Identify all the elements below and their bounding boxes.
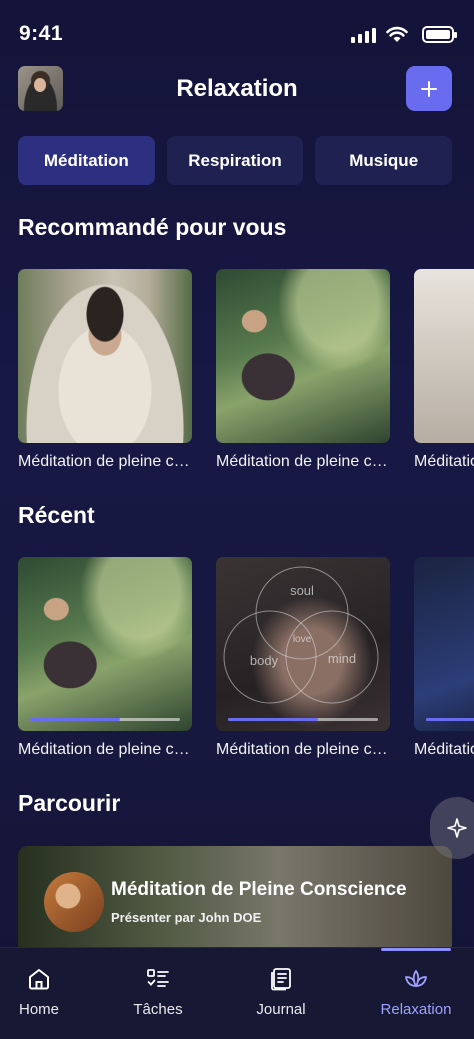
home-icon xyxy=(29,969,49,990)
card-label: Méditation de pleine conscience xyxy=(414,741,474,758)
recent-card[interactable]: Méditation de pleine conscience xyxy=(18,557,192,759)
journal-icon xyxy=(271,968,291,991)
browse-card[interactable]: Méditation de Pleine Conscience Présente… xyxy=(18,846,452,956)
status-time: 9:41 xyxy=(19,22,64,45)
card-thumbnail xyxy=(216,269,390,443)
card-label: Méditation de pleine conscience xyxy=(18,453,192,470)
browse-card-image xyxy=(44,872,104,932)
bottom-tab-bar: Home Tâches Journal Relaxation xyxy=(0,947,474,1039)
progress-bar xyxy=(426,718,474,721)
tabbar-label: Relaxation xyxy=(380,1001,452,1018)
ai-assistant-button[interactable] xyxy=(430,797,474,859)
browse-card-title: Méditation de Pleine Conscience xyxy=(111,879,407,900)
diagram-label-mind: mind xyxy=(328,651,356,666)
recommended-card[interactable]: Méditation de pleine conscience xyxy=(18,269,192,471)
recent-card[interactable]: soul body mind love Méditation de pleine… xyxy=(216,557,390,759)
tab-musique[interactable]: Musique xyxy=(315,136,453,185)
recommended-carousel: Méditation de pleine conscience Méditati… xyxy=(18,269,474,479)
card-label: Méditation de pleine conscience xyxy=(216,453,390,470)
status-bar: 9:41 xyxy=(0,0,474,64)
category-tabs: Méditation Respiration Musique xyxy=(18,136,453,186)
recommended-card[interactable]: Méditation de pleine conscience xyxy=(216,269,390,471)
tabbar-item-taches[interactable]: Tâches xyxy=(103,948,213,1039)
tasks-icon xyxy=(147,969,169,987)
add-button[interactable] xyxy=(406,66,452,111)
section-title-recent: Récent xyxy=(18,502,95,528)
card-label: Méditation de pleine conscience xyxy=(414,453,474,470)
section-title-recommended: Recommandé pour vous xyxy=(18,214,287,240)
diagram-label-soul: soul xyxy=(290,583,314,598)
card-thumbnail xyxy=(18,557,192,731)
recent-carousel: Méditation de pleine conscience soul bod… xyxy=(18,557,474,767)
diagram-label-body: body xyxy=(250,653,279,668)
tabbar-item-home[interactable]: Home xyxy=(0,948,94,1039)
card-thumbnail xyxy=(414,557,474,731)
tabbar-label: Home xyxy=(18,1001,59,1018)
tabbar-label: Journal xyxy=(256,1001,306,1018)
tab-meditation[interactable]: Méditation xyxy=(18,136,155,185)
card-thumbnail xyxy=(414,269,474,443)
cellular-signal-icon xyxy=(351,28,376,43)
tab-respiration[interactable]: Respiration xyxy=(166,136,304,185)
card-thumbnail: soul body mind love xyxy=(216,557,390,731)
recent-card[interactable]: Méditation de pleine conscience xyxy=(414,557,474,759)
page-title: Relaxation xyxy=(176,75,298,102)
card-label: Méditation de pleine conscience xyxy=(18,741,192,758)
section-title-browse: Parcourir xyxy=(18,790,121,816)
diagram-label-love: love xyxy=(293,634,312,645)
sparkle-icon xyxy=(447,818,467,838)
card-thumbnail xyxy=(18,269,192,443)
wifi-icon xyxy=(386,26,408,42)
tabbar-item-journal[interactable]: Journal xyxy=(226,948,336,1039)
card-label: Méditation de pleine conscience xyxy=(216,741,390,758)
lotus-icon xyxy=(405,970,427,987)
header: Relaxation xyxy=(0,66,474,112)
plus-icon xyxy=(421,80,437,97)
battery-icon xyxy=(422,26,457,43)
soul-body-mind-diagram: soul body mind love xyxy=(223,566,379,704)
progress-bar xyxy=(228,718,378,721)
tabbar-label: Tâches xyxy=(133,1001,183,1018)
tabbar-item-relaxation[interactable]: Relaxation xyxy=(361,948,471,1039)
browse-card-subtitle: Présenter par John DOE xyxy=(111,910,262,925)
progress-bar xyxy=(30,718,180,721)
recommended-card[interactable]: Méditation de pleine conscience xyxy=(414,269,474,471)
